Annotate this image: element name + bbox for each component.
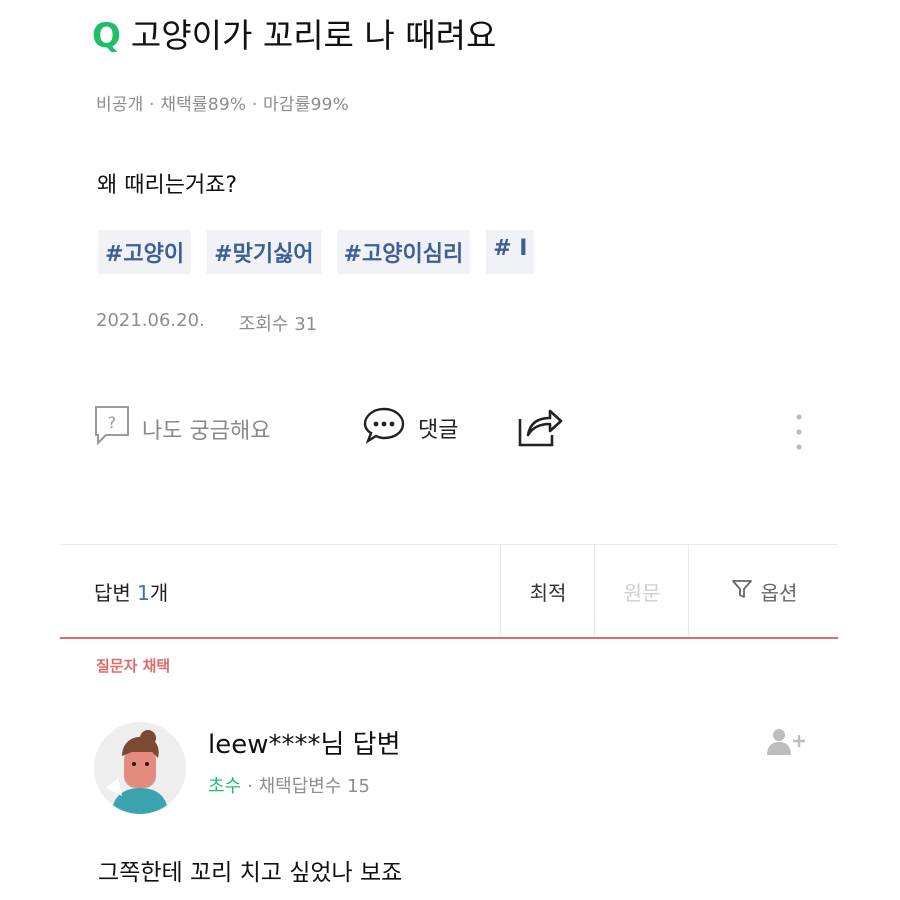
share-icon — [516, 405, 564, 455]
sort-original-tab[interactable]: 원문 — [594, 545, 689, 637]
question-body: 왜 때리는거죠? — [97, 173, 238, 198]
action-bar: ? 나도 궁금해요 댓글 — [94, 405, 824, 457]
tag-chip[interactable]: #고양이심리 — [336, 230, 471, 274]
me-too-curious-button[interactable]: ? 나도 궁금해요 — [94, 405, 270, 453]
answers-header: 답변 1개 최적 원문 옵션 — [60, 544, 838, 639]
question-mark-icon: Q — [92, 15, 121, 56]
view-count: 조회수 31 — [238, 314, 318, 335]
answerer-stats: 초수 · 채택답변수 15 — [208, 772, 370, 798]
answer-count: 답변 1개 — [94, 577, 168, 606]
more-options-button[interactable] — [794, 411, 804, 461]
speech-bubble-icon — [362, 405, 406, 451]
tag-list: #고양이 #맞기싫어 #고양이심리 # I — [98, 230, 535, 274]
answer-count-suffix: 개 — [149, 581, 169, 605]
sort-best-tab[interactable]: 최적 — [500, 545, 595, 637]
answer-count-prefix: 답변 — [94, 581, 138, 605]
filter-icon — [731, 578, 753, 605]
add-user-icon — [765, 729, 807, 761]
answerer-rank: 초수 — [208, 776, 242, 797]
tag-chip[interactable]: # I — [486, 230, 535, 274]
me-too-curious-label: 나도 궁금해요 — [142, 419, 271, 444]
question-title-row: Q 고양이가 꼬리로 나 때려요 — [92, 16, 496, 56]
question-meta: 비공개 · 채택률89% · 마감률99% — [96, 95, 349, 115]
tag-chip[interactable]: #고양이 — [98, 230, 192, 274]
share-button[interactable] — [516, 405, 564, 455]
tag-chip[interactable]: #맞기싫어 — [207, 230, 321, 274]
vertical-dots-icon — [794, 411, 804, 461]
svg-text:?: ? — [108, 413, 117, 432]
post-info: 2021.06.20. 조회수 31 — [96, 310, 317, 336]
avatar[interactable] — [94, 722, 186, 814]
answerer-name[interactable]: leew****님 답변 — [208, 724, 401, 761]
answer-count-number: 1 — [137, 581, 150, 605]
answer-text: 그쪽한테 꼬리 치고 싶었나 보죠 — [98, 860, 403, 886]
adopted-answer-count: · 채택답변수 15 — [247, 776, 370, 797]
comment-button[interactable]: 댓글 — [362, 405, 458, 451]
question-title: 고양이가 꼬리로 나 때려요 — [130, 16, 497, 55]
options-button[interactable]: 옵션 — [688, 545, 839, 637]
comment-label: 댓글 — [418, 418, 459, 443]
question-box-icon: ? — [94, 405, 130, 453]
post-date: 2021.06.20. — [96, 310, 205, 331]
follow-user-button[interactable] — [765, 727, 807, 761]
options-label: 옵션 — [760, 580, 798, 605]
chosen-by-asker-badge: 질문자 채택 — [96, 657, 171, 675]
